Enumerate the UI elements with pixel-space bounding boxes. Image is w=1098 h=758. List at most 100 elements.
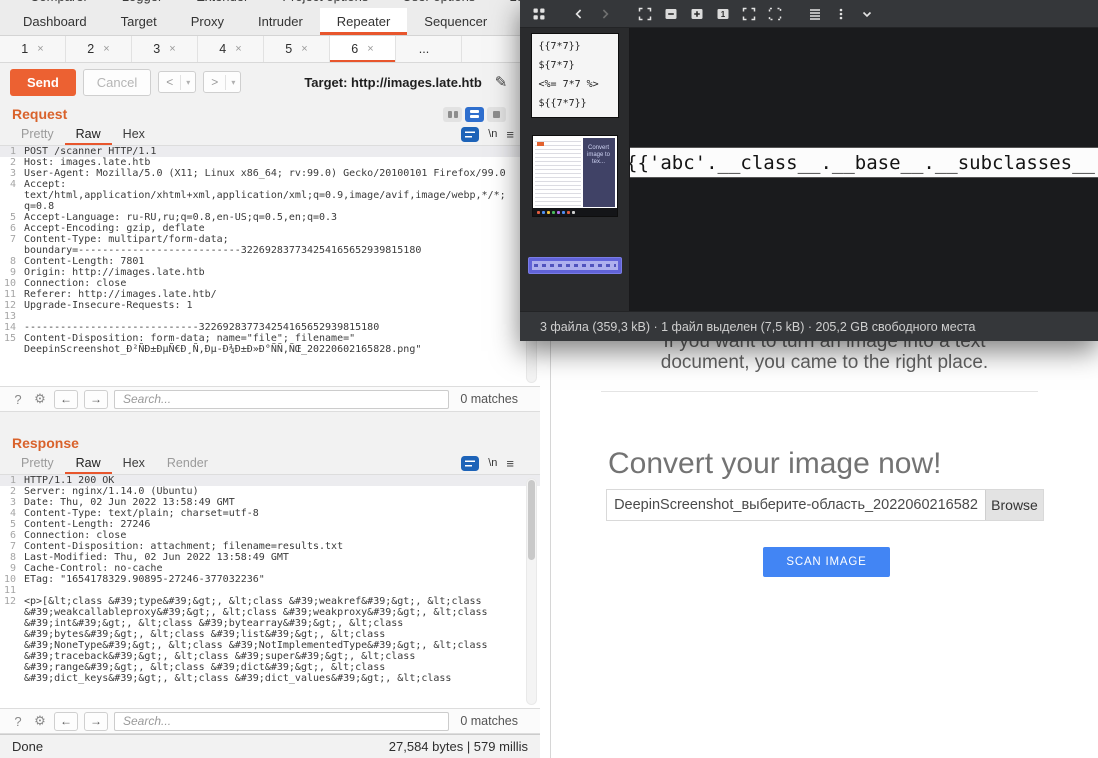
repeater-tab[interactable]: 2×: [66, 36, 132, 62]
kebab-menu-icon[interactable]: [830, 3, 851, 24]
caret-down-icon[interactable]: ▾: [225, 75, 240, 90]
burp-status-bar: Done 27,584 bytes | 579 millis: [0, 734, 540, 758]
repeater-tab[interactable]: 5×: [264, 36, 330, 62]
search-next-button[interactable]: →: [84, 390, 108, 409]
chevron-down-icon[interactable]: [856, 3, 877, 24]
zoom-100-icon[interactable]: 1: [712, 3, 733, 24]
repeater-tab[interactable]: ...: [396, 36, 462, 62]
file-manager-toolbar: 1: [520, 0, 1098, 28]
burp-module-tab[interactable]: Project options: [282, 0, 368, 7]
response-scrollbar[interactable]: [526, 478, 537, 705]
layout-columns-button[interactable]: [443, 107, 462, 122]
response-header: Response: [0, 430, 540, 452]
frameless-icon[interactable]: [764, 3, 785, 24]
scrollbar-thumb[interactable]: [528, 480, 535, 560]
line-text: Accept:: [24, 179, 66, 190]
thumbnail-ssti-payload-image[interactable]: {{7*7}}${7*7}<%= 7*7 %>${{7*7}}: [531, 33, 619, 118]
response-view-tab[interactable]: Hex: [112, 452, 156, 474]
close-icon[interactable]: ×: [37, 43, 43, 55]
show-newlines-toggle[interactable]: \n: [488, 128, 497, 140]
burp-module-tab[interactable]: Comparer: [30, 0, 88, 7]
cancel-button[interactable]: Cancel: [83, 69, 151, 96]
zoom-out-icon[interactable]: [660, 3, 681, 24]
thumbnail-screenshot[interactable]: Convert image to tex...: [532, 135, 618, 217]
search-input[interactable]: [114, 390, 449, 409]
search-input[interactable]: [114, 712, 449, 731]
request-editor[interactable]: 1POST /scanner HTTP/1.1 2Host: images.la…: [0, 146, 540, 386]
response-view-tab[interactable]: Pretty: [10, 452, 65, 474]
burp-module-tab[interactable]: Dashboard: [6, 8, 104, 35]
burp-module-tab[interactable]: User options: [402, 0, 475, 7]
line-text: &#39;dict_keys&#39;&gt;, &lt;class &#39;…: [24, 673, 451, 684]
search-prev-button[interactable]: ←: [54, 712, 78, 731]
repeater-tab[interactable]: 1×: [0, 36, 66, 62]
search-prev-button[interactable]: ←: [54, 390, 78, 409]
help-icon[interactable]: ?: [10, 392, 26, 407]
gear-icon[interactable]: ⚙: [32, 391, 48, 407]
image-preview-canvas[interactable]: {{'abc'.__class__.__base__.__subclasses_…: [630, 28, 1098, 311]
request-view-tab[interactable]: Pretty: [10, 123, 65, 145]
repeater-tab[interactable]: 3×: [132, 36, 198, 62]
zoom-in-icon[interactable]: [686, 3, 707, 24]
line-text: Content-Length: 27246: [24, 519, 150, 530]
send-button[interactable]: Send: [10, 69, 76, 96]
close-icon[interactable]: ×: [301, 43, 307, 55]
burp-module-tab[interactable]: Sequencer: [407, 8, 504, 35]
back-icon[interactable]: [568, 3, 589, 24]
history-forward-button[interactable]: > ▾: [203, 71, 241, 93]
close-icon[interactable]: ×: [169, 43, 175, 55]
close-icon[interactable]: ×: [235, 43, 241, 55]
list-view-icon[interactable]: [804, 3, 825, 24]
layout-rows-button[interactable]: [465, 107, 484, 122]
layout-single-button[interactable]: [487, 107, 506, 122]
burp-module-tab[interactable]: Proxy: [174, 8, 241, 35]
file-upload-input[interactable]: DeepinScreenshot_выберите-область_202206…: [606, 489, 1044, 521]
burp-module-tab[interactable]: Extender: [196, 0, 248, 7]
repeater-tab-label: 6: [351, 42, 358, 56]
burp-module-tab[interactable]: Intruder: [241, 8, 320, 35]
repeater-tab[interactable]: 4×: [198, 36, 264, 62]
repeater-tab[interactable]: 6×: [330, 36, 396, 62]
forward-icon[interactable]: [594, 3, 615, 24]
request-line: 10Connection: close: [0, 278, 540, 289]
request-view-tab[interactable]: Hex: [112, 123, 156, 145]
response-line: &#39;bytes&#39;&gt;, &lt;class &#39;list…: [0, 629, 540, 640]
burp-module-tab[interactable]: Target: [104, 8, 174, 35]
fullscreen-icon[interactable]: [738, 3, 759, 24]
response-view-tab[interactable]: Render: [156, 452, 219, 474]
burp-module-tab[interactable]: Logger: [122, 0, 162, 7]
editor-menu-icon[interactable]: ≡: [506, 127, 514, 142]
show-newlines-toggle[interactable]: \n: [488, 457, 497, 469]
tab-label: Hex: [123, 127, 145, 141]
search-next-button[interactable]: →: [84, 712, 108, 731]
line-number: 11: [0, 289, 24, 300]
request-header: Request: [0, 101, 540, 123]
close-icon[interactable]: ×: [367, 43, 373, 55]
thumbnail-selected-payload-strip[interactable]: [528, 257, 622, 274]
line-number: [0, 673, 24, 684]
panel-splitter[interactable]: [0, 412, 540, 430]
scan-image-button[interactable]: SCAN IMAGE: [763, 547, 890, 577]
wrap-format-icon[interactable]: [461, 456, 479, 471]
burp-module-tab[interactable]: Repeater: [320, 8, 407, 35]
line-number: 4: [0, 179, 24, 190]
help-icon[interactable]: ?: [10, 714, 26, 729]
caret-down-icon[interactable]: ▾: [180, 75, 195, 90]
edit-pencil-icon[interactable]: ✎: [495, 73, 508, 91]
response-editor[interactable]: 1HTTP/1.1 200 OK 2Server: nginx/1.14.0 (…: [0, 475, 540, 708]
browse-button[interactable]: Browse: [985, 490, 1043, 520]
history-back-button[interactable]: < ▾: [158, 71, 196, 93]
request-view-tab[interactable]: Raw: [65, 123, 112, 145]
close-icon[interactable]: ×: [103, 43, 109, 55]
screenshot-left-pane: [535, 138, 581, 207]
line-text: [24, 585, 30, 596]
wrap-format-icon[interactable]: [461, 127, 479, 142]
gear-icon[interactable]: ⚙: [32, 713, 48, 729]
grid-view-icon[interactable]: [528, 3, 549, 24]
response-line: 7Content-Disposition: attachment; filena…: [0, 541, 540, 552]
editor-menu-icon[interactable]: ≡: [506, 456, 514, 471]
fit-to-window-icon[interactable]: [634, 3, 655, 24]
request-line: 9Origin: http://images.late.htb: [0, 267, 540, 278]
response-view-tab[interactable]: Raw: [65, 452, 112, 474]
response-line: 2Server: nginx/1.14.0 (Ubuntu): [0, 486, 540, 497]
